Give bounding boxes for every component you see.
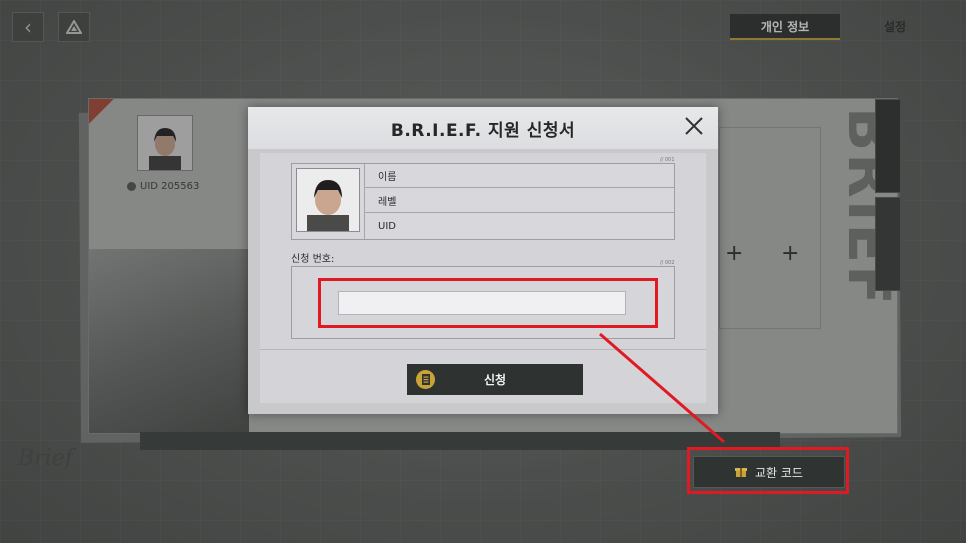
apply-number-label: 신청 번호: <box>291 254 335 265</box>
submit-label: 신청 <box>483 373 507 387</box>
close-button[interactable] <box>682 116 706 140</box>
info-row-label: UID <box>378 220 396 232</box>
info-row-name: 이름 <box>365 164 674 188</box>
exchange-highlight-box <box>687 447 849 494</box>
application-modal: B.R.I.E.F. 지원 신청서 // 001 이름 레벨 UID 신청 번호… <box>248 107 718 414</box>
modal-body: // 001 이름 레벨 UID 신청 번호: // 002 신청 <box>260 153 706 403</box>
info-row-level: 레벨 <box>365 189 674 213</box>
info-box: 이름 레벨 UID <box>291 163 675 240</box>
modal-header: B.R.I.E.F. 지원 신청서 <box>248 107 718 149</box>
info-row-label: 레벨 <box>378 197 397 208</box>
body-divider <box>260 349 706 350</box>
info-row-uid: UID <box>365 214 674 238</box>
input-highlight-box <box>318 278 658 328</box>
user-photo <box>296 168 360 232</box>
user-portrait <box>307 180 349 231</box>
close-icon <box>685 117 703 135</box>
document-icon <box>416 370 435 389</box>
modal-title: B.R.I.E.F. 지원 신청서 <box>390 120 576 141</box>
submit-button[interactable]: 신청 <box>407 364 583 395</box>
info-row-label: 이름 <box>378 172 397 183</box>
